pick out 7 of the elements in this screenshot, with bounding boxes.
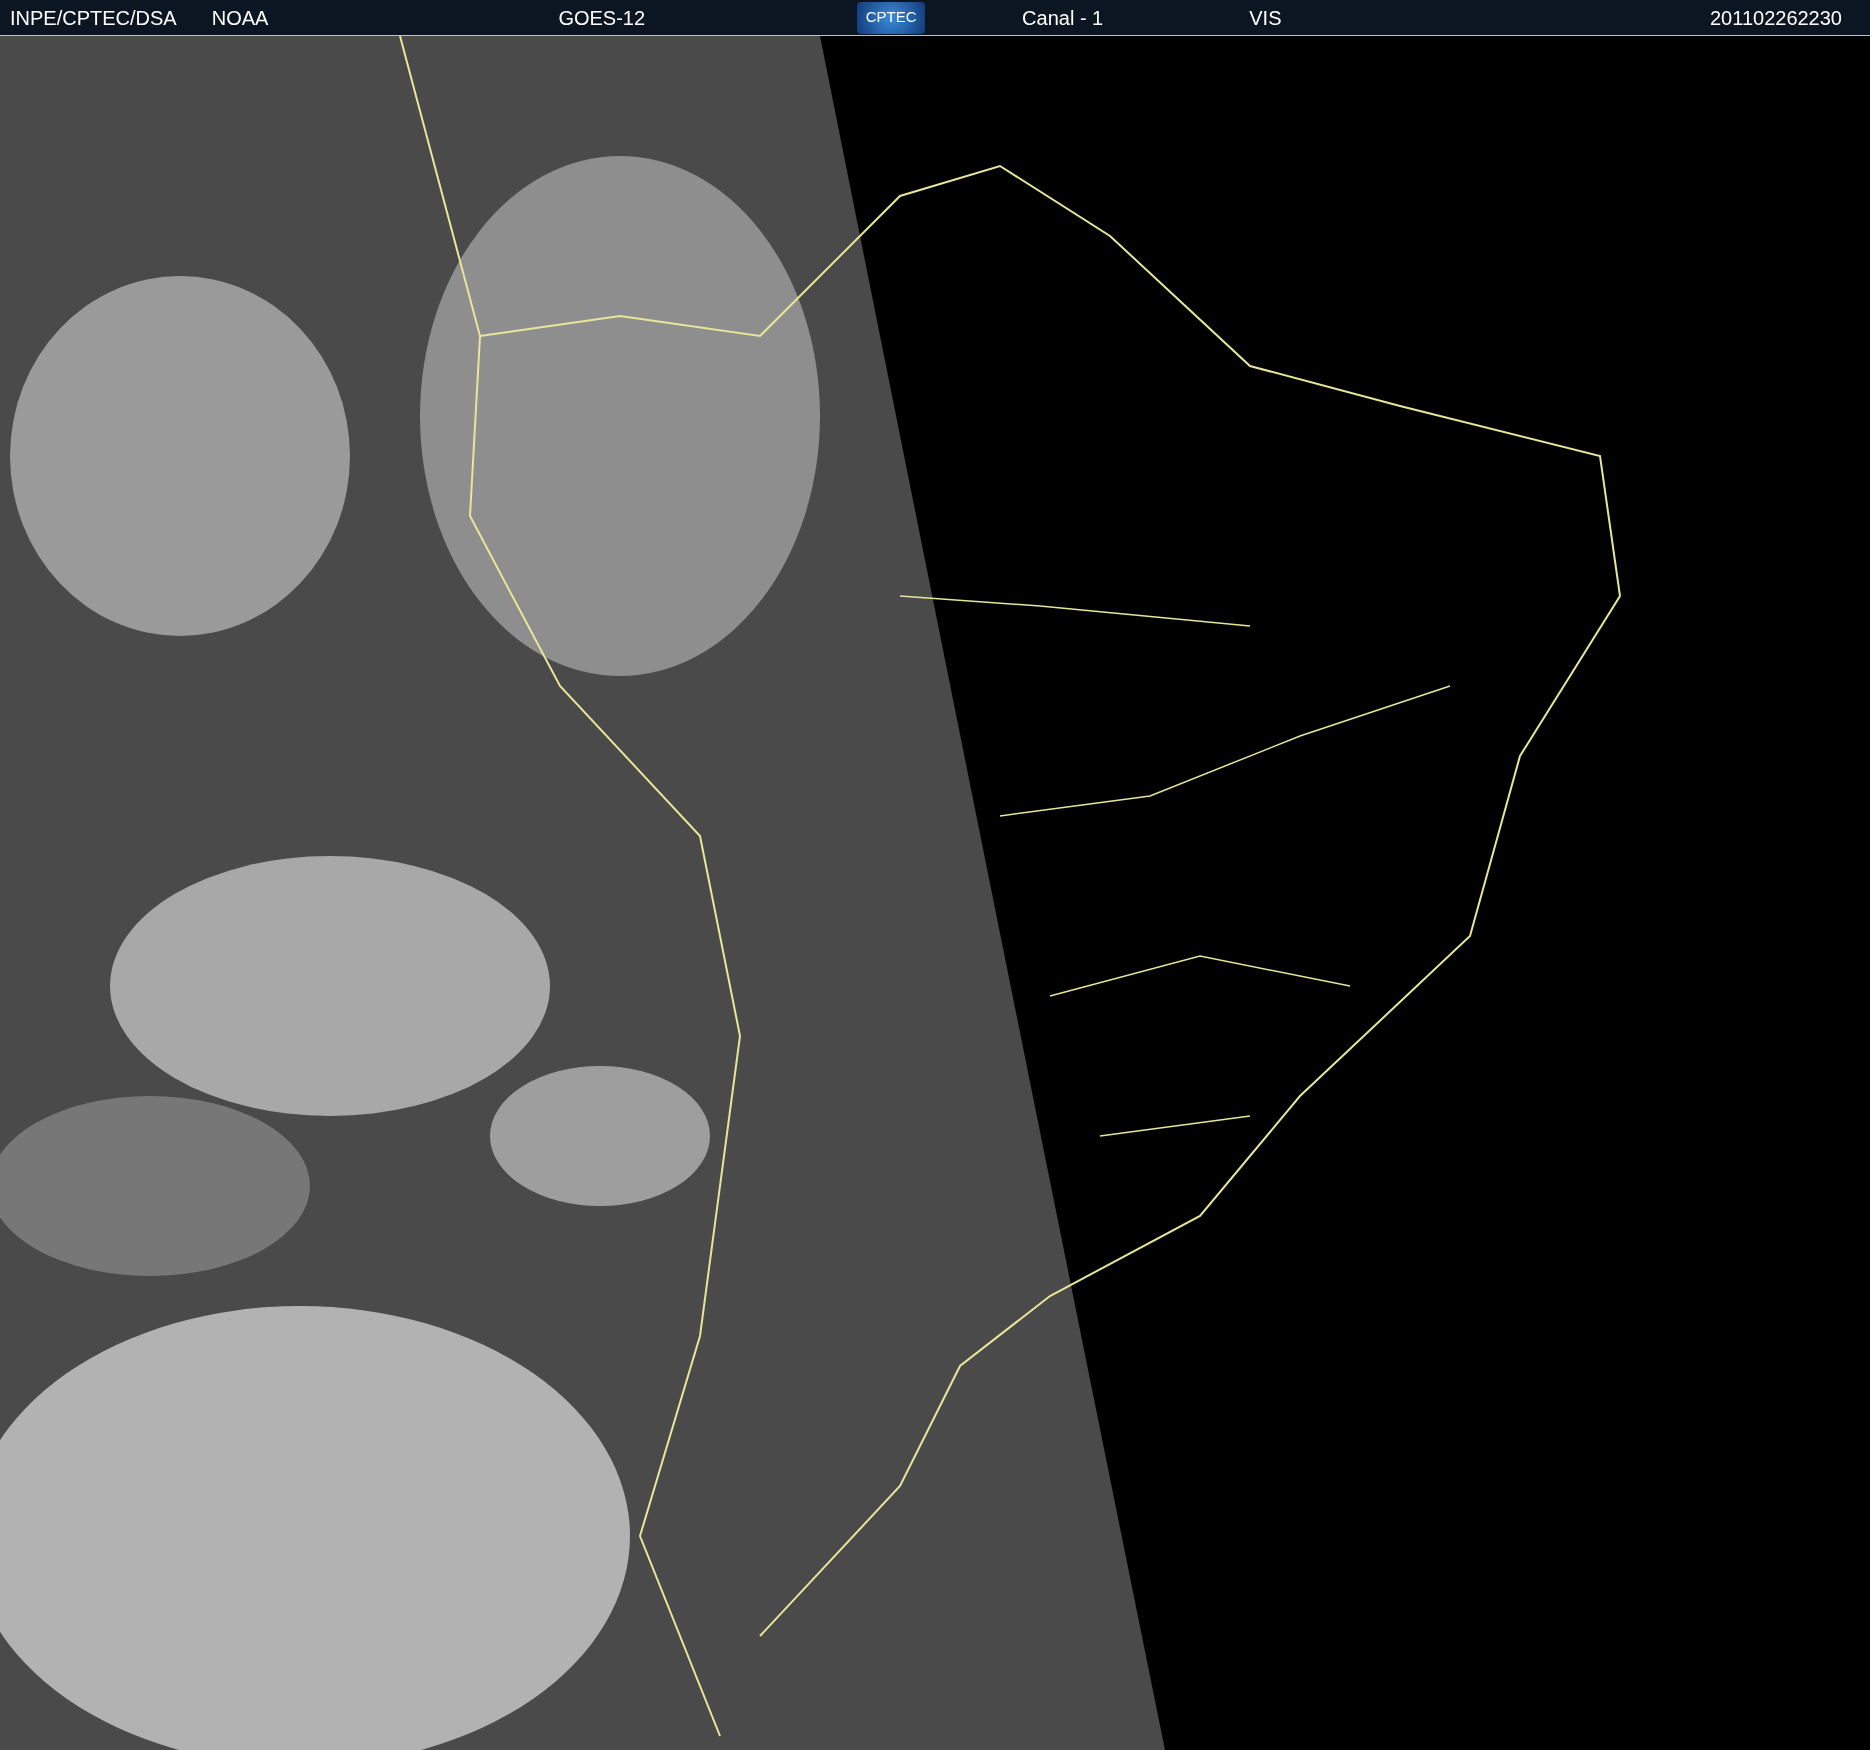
satellite-label: GOES-12 (558, 5, 646, 31)
source-label: INPE/CPTEC/DSA (10, 5, 177, 31)
logo: CPTEC (857, 1, 926, 34)
channel-label: Canal - 1 (1022, 5, 1104, 31)
agency-label: NOAA (211, 5, 269, 31)
band-label: VIS (1249, 5, 1282, 31)
timestamp-label: 201102262230 (1710, 5, 1842, 31)
